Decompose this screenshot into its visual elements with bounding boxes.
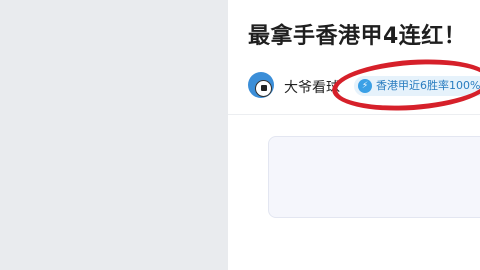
article-card: 最拿手香港甲4连红！ 大爷看球 ⚡ 香港甲近6胜率100% xyxy=(228,0,480,270)
article-title: 最拿手香港甲4连红！ xyxy=(248,24,467,49)
author-avatar[interactable] xyxy=(248,72,274,98)
page-background xyxy=(0,0,228,270)
soccer-ball-icon xyxy=(255,80,272,97)
divider xyxy=(228,114,480,115)
content-placeholder xyxy=(268,136,480,218)
